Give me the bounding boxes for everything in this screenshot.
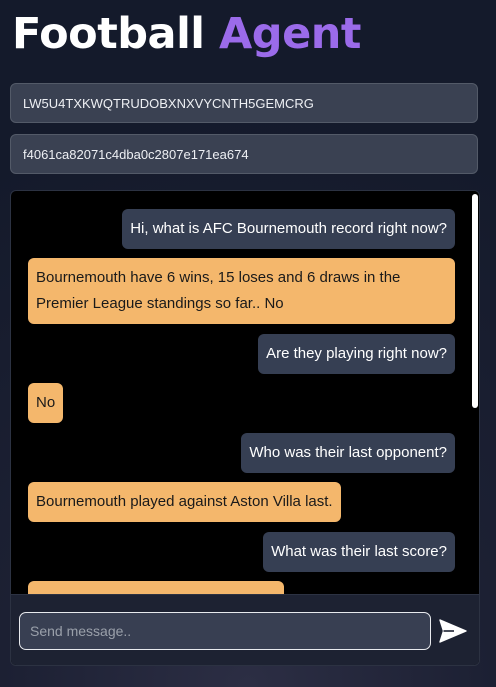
app-title: Football Agent [12,4,361,64]
agent-message: No [28,383,64,423]
agent-message: Bournemouth played against Aston Villa l… [28,482,341,522]
user-message: Hi, what is AFC Bournemouth record right… [122,209,455,249]
chat-panel: Hi, what is AFC Bournemouth record right… [10,190,480,666]
chat-scrollbar-thumb[interactable] [472,194,478,408]
agent-message-partial [28,581,284,594]
session-id-input[interactable] [10,134,478,174]
chat-scrollbar[interactable] [471,191,479,594]
user-message: Who was their last opponent? [241,433,455,473]
message-list[interactable]: Hi, what is AFC Bournemouth record right… [11,191,471,594]
composer [11,594,479,665]
send-icon [439,619,467,643]
app-title-word-2: Agent [219,9,361,59]
message-input[interactable] [19,612,431,650]
user-message: Are they playing right now? [258,334,455,374]
send-button[interactable] [439,616,471,646]
api-key-input[interactable] [10,83,478,123]
app-title-word-1: Football [12,9,205,59]
user-message: What was their last score? [263,532,455,572]
agent-message: Bournemouth have 6 wins, 15 loses and 6 … [28,258,455,324]
